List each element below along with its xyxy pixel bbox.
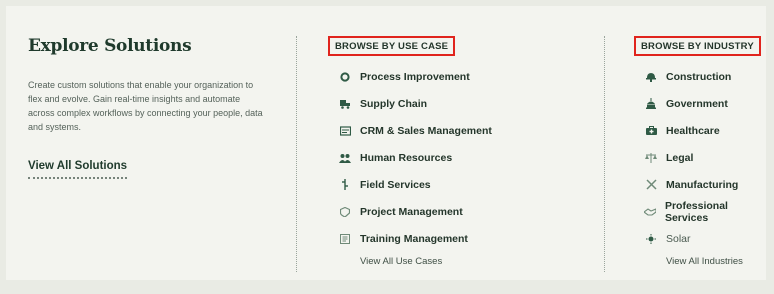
hardhat-icon [644, 70, 658, 84]
use-case-label: Process Improvement [360, 70, 470, 83]
industry-label: Professional Services [664, 199, 728, 224]
industry-item-manufacturing[interactable]: Manufacturing [634, 171, 766, 198]
use-case-heading: BROWSE BY USE CASE [328, 36, 456, 56]
view-all-solutions-link[interactable]: View All Solutions [28, 160, 128, 179]
use-case-item-supply-chain[interactable]: Supply Chain [328, 90, 492, 117]
industry-label: Construction [666, 70, 732, 83]
process-icon [338, 70, 352, 84]
use-case-label: Training Management [360, 232, 468, 245]
use-case-column: BROWSE BY USE CASE Process Improvement S… [328, 36, 492, 267]
use-case-label: Project Management [360, 205, 463, 218]
solutions-panel: Explore Solutions Create custom solution… [6, 6, 766, 280]
view-all-industries-link[interactable]: View All Industries [666, 256, 766, 267]
use-case-label: Field Services [360, 178, 431, 191]
use-case-list: Process Improvement Supply Chain CRM & S… [328, 63, 492, 267]
use-case-item-crm[interactable]: CRM & Sales Management [328, 117, 492, 144]
scales-icon [644, 151, 658, 165]
industry-item-government[interactable]: Government [634, 90, 766, 117]
sun-icon [644, 232, 658, 246]
industry-item-solar[interactable]: Solar [634, 225, 766, 252]
handshake-icon [644, 205, 657, 219]
industry-item-construction[interactable]: Construction [634, 63, 766, 90]
use-case-label: Supply Chain [360, 97, 428, 110]
industry-item-professional-services[interactable]: Professional Services [634, 198, 766, 225]
industry-label: Government [666, 97, 728, 110]
industry-label: Manufacturing [666, 178, 739, 191]
industry-heading: BROWSE BY INDUSTRY [634, 36, 761, 56]
section-description: Create custom solutions that enable your… [28, 80, 263, 132]
use-case-item-training-management[interactable]: Training Management [328, 225, 492, 252]
industry-item-healthcare[interactable]: Healthcare [634, 117, 766, 144]
use-case-item-project-management[interactable]: Project Management [328, 198, 492, 225]
use-case-label: CRM & Sales Management [360, 124, 492, 137]
industry-label: Legal [666, 151, 694, 164]
supply-chain-icon [338, 97, 352, 111]
tools-icon [644, 178, 658, 192]
explore-solutions-section: Explore Solutions Create custom solution… [28, 36, 268, 179]
project-icon [338, 205, 352, 219]
healthcare-icon [644, 124, 658, 138]
use-case-label: Human Resources [360, 151, 453, 164]
government-icon [644, 97, 658, 111]
use-case-item-process-improvement[interactable]: Process Improvement [328, 63, 492, 90]
section-title: Explore Solutions [28, 36, 192, 56]
view-all-use-cases-link[interactable]: View All Use Cases [360, 256, 492, 267]
training-icon [338, 232, 352, 246]
use-case-item-human-resources[interactable]: Human Resources [328, 144, 492, 171]
use-case-item-field-services[interactable]: Field Services [328, 171, 492, 198]
column-divider [604, 36, 605, 272]
industry-label: Healthcare [666, 124, 720, 137]
industry-column: BROWSE BY INDUSTRY Construction Governme… [634, 36, 766, 267]
industry-list: Construction Government Healthcare Legal [634, 63, 766, 267]
industry-item-legal[interactable]: Legal [634, 144, 766, 171]
field-service-icon [338, 178, 352, 192]
crm-icon [338, 124, 352, 138]
column-divider [296, 36, 297, 272]
people-icon [338, 151, 352, 165]
industry-label: Solar [666, 232, 691, 245]
